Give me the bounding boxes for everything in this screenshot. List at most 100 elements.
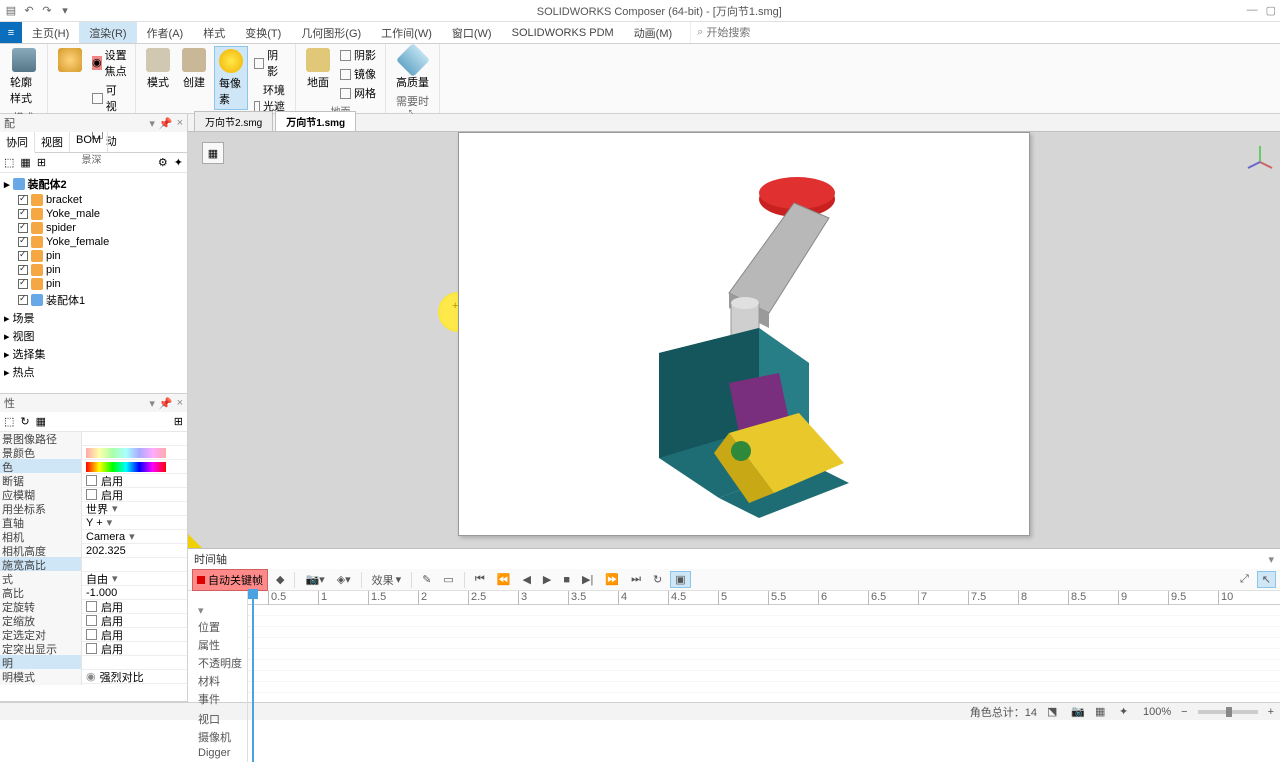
- tree-tool-2[interactable]: ▦: [20, 156, 30, 169]
- tl-btn-loc[interactable]: ◈▾: [333, 572, 355, 587]
- tab-workshop[interactable]: 工作间(W): [371, 22, 442, 43]
- timeline-track[interactable]: 事件: [198, 690, 243, 708]
- grid-check[interactable]: 网格: [338, 84, 378, 102]
- tab-animation[interactable]: 动画(M): [624, 22, 683, 43]
- tree-node-pin-1[interactable]: pin: [4, 249, 183, 263]
- props-close-icon[interactable]: ×: [177, 397, 183, 410]
- timeline-track[interactable]: 摄像机: [198, 728, 243, 746]
- timeline-track[interactable]: 属性: [198, 636, 243, 654]
- assembly-tab-bom[interactable]: BOM: [70, 132, 108, 152]
- prop-tool-4[interactable]: ⊞: [174, 415, 183, 428]
- tab-render[interactable]: 渲染(R): [79, 22, 136, 43]
- file-menu-button[interactable]: ≡: [0, 22, 22, 43]
- qat-dropdown-icon[interactable]: ▾: [58, 4, 72, 18]
- tl-stop-icon[interactable]: ■: [559, 573, 574, 587]
- tl-last-icon[interactable]: ⏭: [627, 572, 645, 587]
- timeline-track[interactable]: 材料: [198, 672, 243, 690]
- qat-icon[interactable]: ▤: [4, 4, 18, 18]
- props-dropdown-icon[interactable]: ▾: [149, 397, 155, 410]
- panel-close-icon[interactable]: ×: [177, 117, 183, 130]
- tree-node-subassy[interactable]: 装配体1: [4, 291, 183, 309]
- hq-button[interactable]: 高质量: [392, 46, 433, 92]
- tab-geometry[interactable]: 几何图形(G): [291, 22, 371, 43]
- tl-prev-icon[interactable]: ◀: [518, 572, 534, 587]
- timeline-track[interactable]: 位置: [198, 618, 243, 636]
- prop-row[interactable]: 明模式◉强烈对比: [0, 670, 187, 684]
- tl-loop-icon[interactable]: ↻: [649, 572, 666, 587]
- timeline-playhead[interactable]: [252, 591, 254, 762]
- tab-window[interactable]: 窗口(W): [442, 22, 502, 43]
- prop-tool-1[interactable]: ⬚: [4, 415, 14, 428]
- assembly-tab-collab[interactable]: 协同: [0, 132, 35, 153]
- panel-dropdown-icon[interactable]: ▾: [149, 117, 155, 130]
- props-pin-icon[interactable]: 📌: [159, 397, 173, 410]
- zoom-slider[interactable]: [1198, 710, 1258, 714]
- light-create-button[interactable]: 创建: [178, 46, 210, 92]
- tab-pdm[interactable]: SOLIDWORKS PDM: [502, 22, 624, 43]
- model-3d[interactable]: [599, 163, 899, 523]
- tree-extra-hotspot[interactable]: ▸ 热点: [4, 363, 183, 381]
- timeline-track[interactable]: Digger: [198, 746, 243, 760]
- tree-node-pin-3[interactable]: pin: [4, 277, 183, 291]
- tl-prevkey-icon[interactable]: ⏪: [493, 572, 515, 587]
- prop-tool-3[interactable]: ▦: [36, 415, 46, 428]
- autokey-toggle[interactable]: 自动关键帧: [192, 569, 268, 591]
- shadow-check-2[interactable]: 阴影: [338, 46, 378, 64]
- tree-tool-3[interactable]: ⊞: [37, 156, 46, 169]
- tree-tool-4[interactable]: ⚙: [158, 156, 168, 169]
- tl-export-icon[interactable]: ▣: [670, 571, 690, 588]
- assembly-tab-views[interactable]: 视图: [35, 132, 70, 152]
- tab-transform[interactable]: 变换(T): [235, 22, 291, 43]
- tab-style[interactable]: 样式: [193, 22, 235, 43]
- search-input[interactable]: [706, 27, 806, 39]
- tl-btn-range[interactable]: ▭: [439, 572, 457, 587]
- search-box[interactable]: ⌕: [690, 22, 820, 43]
- tab-home[interactable]: 主页(H): [22, 22, 79, 43]
- redo-icon[interactable]: ↷: [40, 4, 54, 18]
- shadow-check-1[interactable]: 阴影: [252, 46, 289, 80]
- tree-extra-scene[interactable]: ▸ 场景: [4, 309, 183, 327]
- tl-fit-icon[interactable]: ⤢: [1236, 572, 1253, 587]
- maximize-icon[interactable]: ▢: [1266, 4, 1276, 17]
- viewport-3d[interactable]: ▦: [188, 132, 1280, 548]
- visible-check[interactable]: 可视: [90, 81, 129, 115]
- tl-next-icon[interactable]: ▶|: [578, 572, 597, 587]
- tl-first-icon[interactable]: ⏮: [471, 572, 489, 587]
- per-pixel-button[interactable]: 每像素: [214, 46, 248, 110]
- timeline-track[interactable]: 不透明度: [198, 654, 243, 672]
- tree-node-yoke-female[interactable]: Yoke_female: [4, 235, 183, 249]
- tl-play-icon[interactable]: ▶: [539, 572, 555, 587]
- tl-nextkey-icon[interactable]: ⏩: [601, 572, 623, 587]
- tl-btn-marker[interactable]: ✎: [418, 572, 435, 587]
- light-mode-button[interactable]: 模式: [142, 46, 174, 92]
- tl-btn-cam[interactable]: 📷▾: [301, 572, 328, 587]
- tl-btn-key[interactable]: ◆: [272, 572, 288, 587]
- tree-root[interactable]: ▸ 装配体2: [4, 175, 183, 193]
- doctab-1[interactable]: 万向节1.smg: [275, 111, 356, 131]
- tl-select-icon[interactable]: ↖: [1257, 571, 1276, 588]
- dof-button[interactable]: [54, 46, 86, 74]
- tree-node-bracket[interactable]: bracket: [4, 193, 183, 207]
- panel-pin-icon[interactable]: 📌: [159, 117, 173, 130]
- tree-extra-views[interactable]: ▸ 视图: [4, 327, 183, 345]
- set-focus-button[interactable]: ◉设置焦点: [90, 46, 129, 80]
- viewport-tool-icon[interactable]: ▦: [202, 142, 224, 164]
- tree-tool-5[interactable]: ✦: [174, 156, 183, 169]
- timeline-collapse-icon[interactable]: ▾: [1268, 553, 1274, 566]
- ground-button[interactable]: 地面: [302, 46, 334, 92]
- tree-extra-selset[interactable]: ▸ 选择集: [4, 345, 183, 363]
- undo-icon[interactable]: ↶: [22, 4, 36, 18]
- tree-node-yoke-male[interactable]: Yoke_male: [4, 207, 183, 221]
- tree-node-spider[interactable]: spider: [4, 221, 183, 235]
- doctab-0[interactable]: 万向节2.smg: [194, 111, 273, 131]
- tree-tool-1[interactable]: ⬚: [4, 156, 14, 169]
- mirror-check[interactable]: 镜像: [338, 65, 378, 83]
- tl-btn-effect[interactable]: 效果▾: [368, 571, 406, 589]
- minimize-icon[interactable]: —: [1247, 4, 1258, 17]
- timeline-track[interactable]: 视口: [198, 710, 243, 728]
- tab-author[interactable]: 作者(A): [137, 22, 194, 43]
- prop-tool-2[interactable]: ↻: [20, 415, 29, 428]
- tree-node-pin-2[interactable]: pin: [4, 263, 183, 277]
- view-triad-icon[interactable]: [1246, 142, 1274, 170]
- outline-mode-button[interactable]: 轮廓样式: [6, 46, 41, 108]
